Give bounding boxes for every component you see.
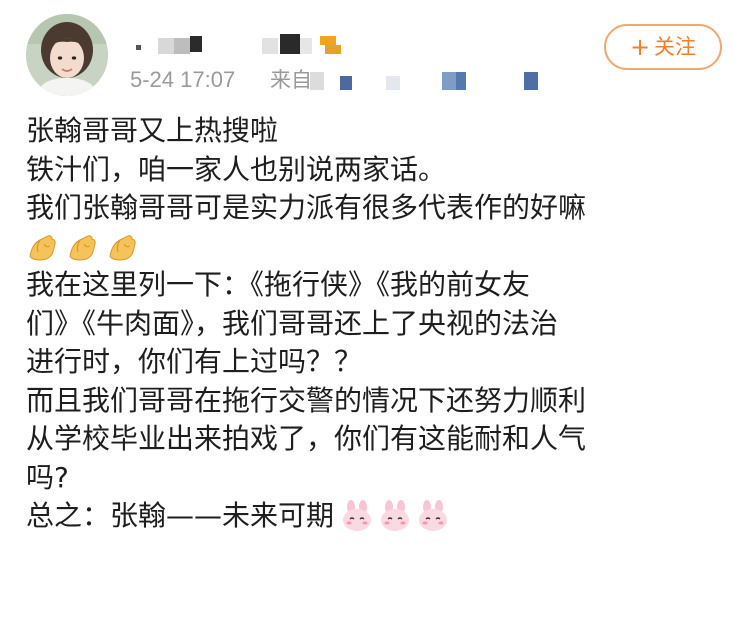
mosaic-block <box>262 38 278 54</box>
avatar-photo <box>26 14 108 96</box>
follow-button[interactable]: + 关注 <box>604 24 722 70</box>
pink-bunny-emoji <box>381 500 410 532</box>
mosaic-block <box>136 45 141 50</box>
post-line: 张翰哥哥又上热搜啦 <box>26 114 279 147</box>
post-line: 我在这里列一下：《拖行侠》《我的前女友 <box>26 268 531 301</box>
emoji-row <box>340 499 450 533</box>
pink-bunny-emoji <box>419 500 448 532</box>
emoji-row <box>26 228 736 267</box>
pink-bunny-emoji <box>343 500 372 532</box>
mosaic-block <box>280 34 300 54</box>
closing-line: 总之：张翰——未来可期 <box>26 497 736 536</box>
post-line: 铁汁们，咱一家人也别说两家话。 <box>26 152 447 186</box>
source-mosaic[interactable] <box>310 72 324 90</box>
mosaic-block <box>320 36 336 45</box>
post-line: 吗? <box>26 460 69 494</box>
ok-hand-emoji <box>69 235 96 261</box>
mosaic-block <box>456 72 466 90</box>
mosaic-block <box>300 38 312 54</box>
mosaic-block <box>524 72 538 90</box>
post-line: 进行时，你们有上过吗？？ <box>26 345 363 378</box>
ok-hand-emoji <box>29 235 56 261</box>
post-line: 从学校毕业出来拍戏了，你们有这能耐和人气 <box>26 422 587 455</box>
mosaic-block <box>340 76 352 90</box>
mosaic-block <box>190 36 202 52</box>
mosaic-block <box>386 76 400 90</box>
mosaic-block <box>325 45 341 54</box>
follow-label: 关注 <box>654 35 697 59</box>
post-line: 们》《牛肉面》，我们哥哥还上了央视的法治 <box>26 306 559 340</box>
source-prefix: 来自 <box>270 68 312 92</box>
plus-icon: + <box>629 33 651 61</box>
mosaic-block <box>442 72 456 90</box>
ok-hand-emoji <box>109 235 136 261</box>
post-line: 而且我们哥哥在拖行交警的情况下还努力顺利 <box>26 383 587 417</box>
author-name[interactable] <box>130 34 450 56</box>
post-time: 5-24 17:07 <box>130 67 236 92</box>
mosaic-block <box>174 38 190 54</box>
closing-text: 总之：张翰——未来可期 <box>26 499 335 532</box>
avatar[interactable] <box>26 14 108 96</box>
post-body: 张翰哥哥又上热搜啦 铁汁们，咱一家人也别说两家话。 我们张翰哥哥可是实力派有很多… <box>26 112 736 536</box>
post-meta: 5-24 17:07 来自 <box>130 66 570 94</box>
post-line: 我们张翰哥哥可是实力派有很多代表作的好嘛 <box>26 191 587 224</box>
mosaic-block <box>158 38 174 54</box>
